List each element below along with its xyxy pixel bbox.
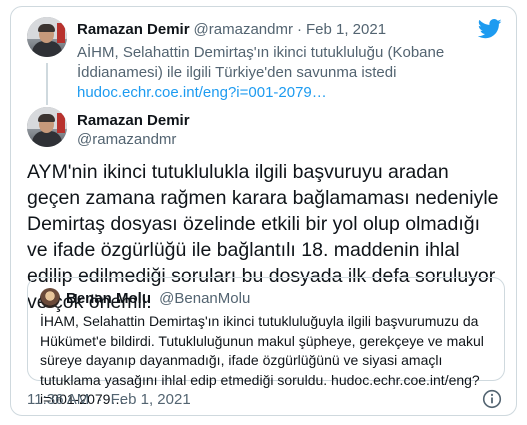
parent-tweet-text: AİHM, Selahattin Demirtaş'ın ikinci tutu… bbox=[77, 43, 507, 103]
parent-tweet-header: Ramazan Demir @ramazandmr · Feb 1, 2021 bbox=[77, 21, 386, 38]
quoted-tweet[interactable]: Benan Molu @BenanMolu İHAM, Selahattin D… bbox=[27, 277, 505, 407]
info-icon[interactable] bbox=[482, 389, 502, 409]
avatar[interactable] bbox=[27, 17, 67, 57]
author-name[interactable]: Ramazan Demir bbox=[77, 112, 190, 129]
tweet-time[interactable]: 11:36 AM bbox=[27, 391, 89, 408]
parent-tweet[interactable]: Ramazan Demir @ramazandmr · Feb 1, 2021 … bbox=[27, 17, 504, 109]
thread-connector-line bbox=[46, 63, 48, 105]
author-name[interactable]: Ramazan Demir bbox=[77, 21, 190, 38]
author-handle[interactable]: @BenanMolu bbox=[159, 290, 250, 307]
separator-dot: · bbox=[97, 391, 103, 408]
main-tweet-author[interactable]: Ramazan Demir @ramazandmr bbox=[77, 111, 190, 149]
parent-tweet-body: AİHM, Selahattin Demirtaş'ın ikinci tutu… bbox=[77, 44, 445, 81]
quoted-tweet-header: Benan Molu @BenanMolu bbox=[66, 290, 250, 307]
avatar[interactable] bbox=[40, 288, 60, 308]
tweet-date[interactable]: Feb 1, 2021 bbox=[306, 21, 386, 38]
separator-dot: · bbox=[296, 21, 302, 38]
author-handle[interactable]: @ramazandmr bbox=[77, 130, 190, 149]
author-name[interactable]: Benan Molu bbox=[66, 290, 151, 307]
twitter-bird-icon[interactable] bbox=[478, 19, 502, 39]
tweet-date[interactable]: Feb 1, 2021 bbox=[111, 391, 191, 408]
tweet-timestamp[interactable]: 11:36 AM · Feb 1, 2021 bbox=[27, 391, 191, 408]
author-handle[interactable]: @ramazandmr bbox=[194, 21, 293, 38]
parent-tweet-link[interactable]: hudoc.echr.coe.int/eng?i=001-2079… bbox=[77, 84, 327, 101]
embedded-tweet-card: Ramazan Demir @ramazandmr · Feb 1, 2021 … bbox=[10, 6, 517, 416]
avatar[interactable] bbox=[27, 107, 67, 147]
